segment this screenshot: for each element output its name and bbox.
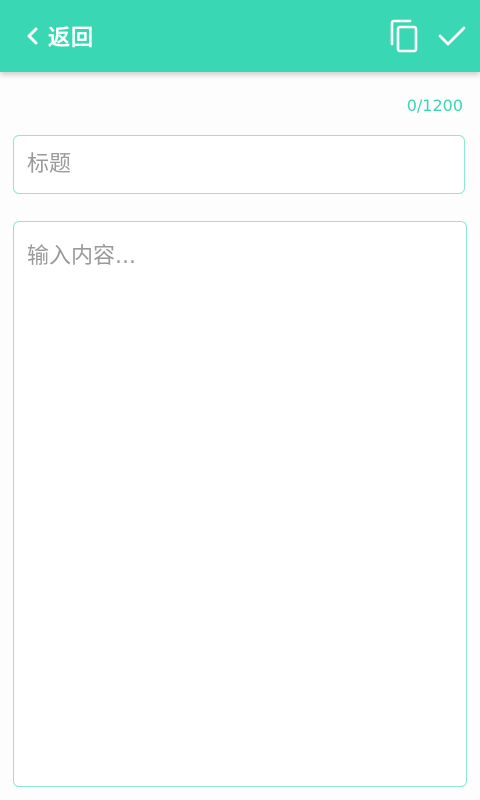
title-input[interactable]: [13, 135, 465, 194]
confirm-button[interactable]: [436, 20, 468, 52]
chevron-left-icon: [26, 27, 38, 45]
back-label: 返回: [48, 26, 95, 51]
content-textarea[interactable]: [13, 221, 467, 787]
copy-button[interactable]: [388, 18, 422, 54]
checkmark-icon: [436, 26, 468, 56]
top-bar: 返回: [0, 0, 480, 72]
char-counter: 0/1200: [406, 96, 463, 115]
back-button[interactable]: 返回: [26, 18, 94, 54]
copy-icon: [388, 19, 422, 58]
